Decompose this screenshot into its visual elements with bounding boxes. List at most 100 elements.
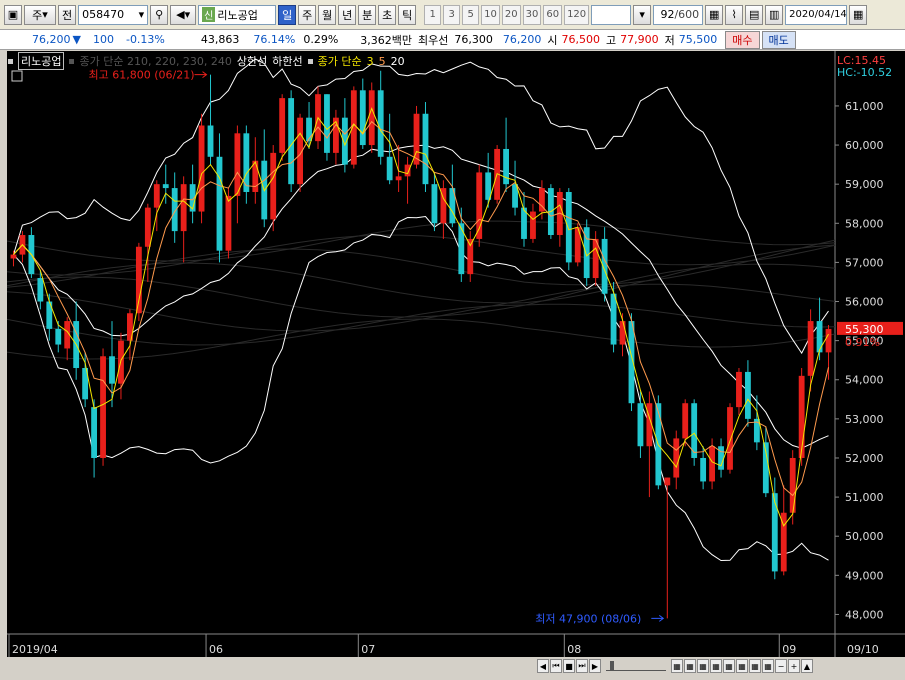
candle-body[interactable] bbox=[431, 184, 438, 224]
candle-body[interactable] bbox=[807, 321, 814, 376]
interval-120[interactable]: 120 bbox=[564, 4, 590, 25]
period-month[interactable]: 월 bbox=[318, 4, 337, 25]
period-day[interactable]: 일 bbox=[278, 4, 297, 25]
tool-icon-3[interactable]: ▦ bbox=[697, 659, 709, 673]
chart-type-icon[interactable]: ⌇ bbox=[725, 4, 744, 25]
candle-body[interactable] bbox=[458, 223, 465, 275]
period-year[interactable]: 년 bbox=[338, 4, 357, 25]
interval-1[interactable]: 1 bbox=[424, 4, 442, 25]
interval-30[interactable]: 30 bbox=[522, 4, 542, 25]
candle-body[interactable] bbox=[727, 407, 733, 470]
count-input[interactable]: 92/600 bbox=[653, 4, 704, 25]
candle-body[interactable] bbox=[745, 371, 751, 419]
candle-body[interactable] bbox=[234, 133, 241, 196]
interval-custom-input[interactable] bbox=[591, 4, 632, 25]
candle-body[interactable] bbox=[700, 457, 707, 482]
market-select[interactable]: 주 ▾ bbox=[24, 4, 56, 25]
candle-body[interactable] bbox=[55, 328, 62, 345]
zoom-handle[interactable] bbox=[610, 661, 614, 671]
tool-icon-8[interactable]: ▦ bbox=[762, 659, 774, 673]
candle-body[interactable] bbox=[306, 117, 312, 142]
candle-body[interactable] bbox=[153, 184, 160, 208]
scroll-first-icon[interactable]: ⏮ bbox=[550, 659, 562, 673]
stock-name-field[interactable]: 신 리노공업 bbox=[198, 4, 277, 25]
zoom-in-icon[interactable]: + bbox=[788, 659, 800, 673]
candle-body[interactable] bbox=[619, 321, 626, 345]
candle-body[interactable] bbox=[789, 457, 796, 513]
stock-code-input[interactable]: 058470 ▾ bbox=[78, 4, 149, 25]
candle-body[interactable] bbox=[637, 403, 644, 447]
candle-body[interactable] bbox=[207, 125, 214, 157]
candle-body[interactable] bbox=[503, 148, 509, 185]
candle-body[interactable] bbox=[324, 94, 330, 153]
tool-icon-6[interactable]: ▦ bbox=[736, 659, 748, 673]
candle-body[interactable] bbox=[225, 195, 232, 251]
interval-5[interactable]: 5 bbox=[462, 4, 480, 25]
zoom-out-icon[interactable]: − bbox=[775, 659, 787, 673]
date-input[interactable]: 2020/04/14 bbox=[785, 4, 848, 25]
chart-area[interactable]: 61,000 60,000 59,000 58,000 57,000 56,000 55,0… bbox=[6, 51, 905, 658]
search-icon[interactable]: ⚲ bbox=[150, 4, 169, 25]
candle-body[interactable] bbox=[682, 403, 689, 439]
window-icon[interactable]: ▣ bbox=[4, 4, 22, 25]
candle-body[interactable] bbox=[216, 156, 223, 251]
zoom-slider[interactable] bbox=[606, 661, 666, 671]
candle-body[interactable] bbox=[610, 293, 617, 345]
candle-body[interactable] bbox=[180, 184, 187, 232]
interval-60[interactable]: 60 bbox=[543, 4, 563, 25]
candle-body[interactable] bbox=[359, 90, 366, 146]
prev-button[interactable]: 전 bbox=[58, 4, 77, 25]
calendar-icon[interactable]: ▥ bbox=[765, 4, 784, 25]
candle-body[interactable] bbox=[664, 477, 671, 486]
candle-body[interactable] bbox=[673, 438, 680, 478]
candle-body[interactable] bbox=[530, 211, 536, 239]
candle-body[interactable] bbox=[816, 321, 823, 353]
speaker-icon[interactable]: ◀▾ bbox=[170, 4, 197, 25]
candle-body[interactable] bbox=[135, 246, 142, 314]
candle-body[interactable] bbox=[368, 90, 375, 146]
stop-icon[interactable]: ■ bbox=[563, 659, 575, 673]
chevron-down-icon[interactable]: ▾ bbox=[139, 8, 145, 21]
save-icon[interactable]: ▤ bbox=[745, 4, 764, 25]
tool-icon-5[interactable]: ▦ bbox=[723, 659, 735, 673]
tool-icon-7[interactable]: ▦ bbox=[749, 659, 761, 673]
scroll-left-icon[interactable]: ◀ bbox=[537, 659, 549, 673]
candle-body[interactable] bbox=[279, 98, 286, 153]
candle-body[interactable] bbox=[10, 254, 17, 259]
candle-body[interactable] bbox=[109, 356, 115, 384]
candle-body[interactable] bbox=[565, 191, 572, 263]
tool-icon-1[interactable]: ▦ bbox=[671, 659, 683, 673]
candle-body[interactable] bbox=[162, 184, 169, 189]
candle-body[interactable] bbox=[709, 446, 715, 482]
buy-button[interactable]: 매수 bbox=[725, 30, 760, 49]
scroll-right-icon[interactable]: ▶ bbox=[589, 659, 601, 673]
candle-body[interactable] bbox=[771, 493, 778, 572]
sell-button[interactable]: 매도 bbox=[761, 30, 796, 49]
candle-body[interactable] bbox=[422, 113, 429, 185]
tool-icon-4[interactable]: ▦ bbox=[710, 659, 722, 673]
candle-body[interactable] bbox=[37, 278, 44, 302]
period-second[interactable]: 초 bbox=[378, 4, 397, 25]
up-arrow-icon[interactable]: ▲ bbox=[801, 659, 813, 673]
candle-body[interactable] bbox=[825, 328, 832, 353]
candle-body[interactable] bbox=[377, 90, 384, 157]
candle-body[interactable] bbox=[100, 356, 106, 458]
candle-body[interactable] bbox=[386, 156, 393, 181]
interval-20[interactable]: 20 bbox=[501, 4, 521, 25]
candle-body[interactable] bbox=[467, 238, 474, 275]
tool-icon-2[interactable]: ▦ bbox=[684, 659, 696, 673]
candle-body[interactable] bbox=[736, 371, 742, 408]
period-tick[interactable]: 틱 bbox=[398, 4, 417, 25]
scroll-last-icon[interactable]: ⏭ bbox=[576, 659, 588, 673]
interval-3[interactable]: 3 bbox=[443, 4, 461, 25]
candle-body[interactable] bbox=[270, 152, 277, 220]
candle-body[interactable] bbox=[350, 90, 357, 165]
grid-toggle-icon[interactable] bbox=[11, 70, 23, 82]
grid-icon[interactable]: ▦ bbox=[705, 4, 724, 25]
candle-body[interactable] bbox=[288, 98, 295, 185]
candle-body[interactable] bbox=[395, 176, 402, 181]
candle-body[interactable] bbox=[144, 207, 151, 247]
interval-dropdown[interactable]: ▾ bbox=[633, 4, 652, 25]
candle-body[interactable] bbox=[198, 125, 205, 212]
candle-body[interactable] bbox=[91, 407, 97, 458]
